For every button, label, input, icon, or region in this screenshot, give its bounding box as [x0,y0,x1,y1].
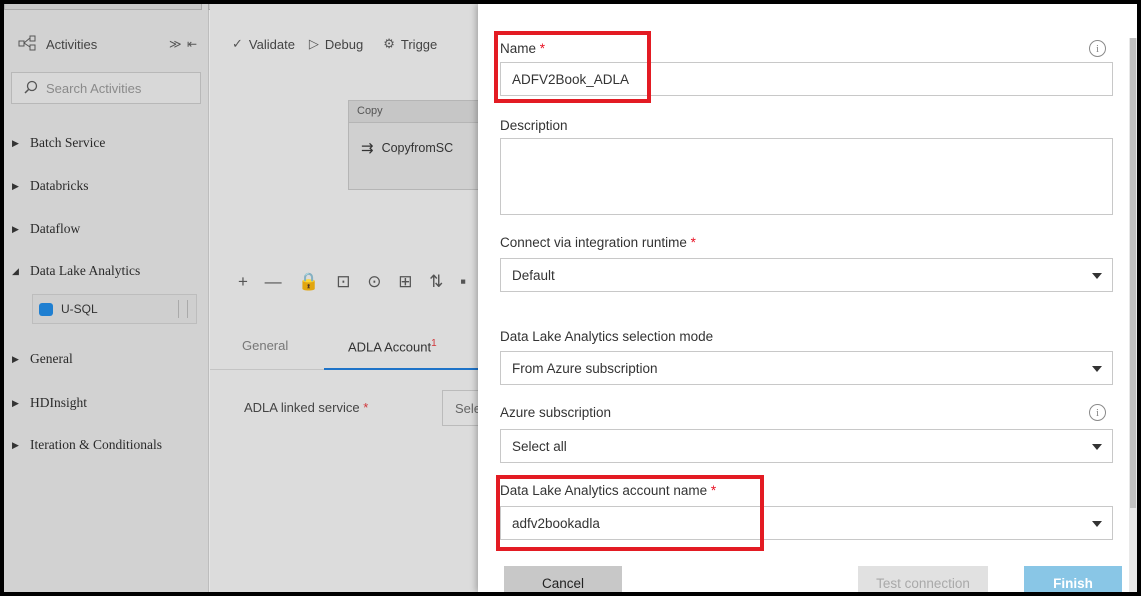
category-hdinsight[interactable]: ▶ HDInsight [12,392,87,414]
description-textarea[interactable] [500,138,1113,215]
account-name-label-text: Data Lake Analytics account name [500,483,708,498]
scrollbar-thumb[interactable] [1130,38,1136,508]
activities-header: Activities ≫ ⇤ [18,32,198,56]
category-dataflow[interactable]: ▶ Dataflow [12,218,80,240]
account-name-value: adfv2bookadla [512,515,600,531]
runtime-label-text: Connect via integration runtime [500,235,687,250]
category-label: Data Lake Analytics [30,263,141,278]
runtime-value: Default [512,267,555,283]
chevron-down-icon [1092,444,1102,450]
canvas-zoom-tools[interactable]: + — 🔒 ⊡ ⊙ ⊞ ⇅ ▪ [238,272,472,292]
checkmark-icon: ✓ [232,36,243,51]
copy-activity-header: Copy [349,101,487,123]
runtime-label: Connect via integration runtime * [500,235,696,250]
dialog-scrollbar[interactable] [1129,38,1137,592]
required-mark: * [710,483,717,498]
activities-panel: Activities ≫ ⇤ ▶ Batch Service ▶ Databri… [4,4,376,592]
search-activities-input[interactable] [46,80,196,96]
validate-label: Validate [248,36,295,52]
category-label: Batch Service [30,135,106,150]
caret-right-icon: ▶ [12,439,19,450]
chevron-down-icon [1092,273,1102,279]
test-connection-button[interactable]: Test connection [858,566,988,592]
integration-runtime-select[interactable]: Default [500,258,1113,292]
tab-adla-account-label: ADLA Account [348,339,432,355]
caret-right-icon: ▶ [12,353,19,364]
tab-general[interactable]: General [242,338,288,353]
debug-label: Debug [324,36,364,52]
info-icon[interactable]: i [1089,40,1106,57]
category-batch-service[interactable]: ▶ Batch Service [12,132,105,154]
info-icon[interactable]: i [1089,404,1106,421]
drag-handle-icon[interactable] [178,300,188,318]
name-label-text: Name [500,41,537,56]
required-mark: * [690,235,696,250]
activity-usql[interactable]: U-SQL [32,294,197,324]
chevron-down-icon [1092,366,1102,372]
category-databricks[interactable]: ▶ Databricks [12,175,88,197]
validate-button[interactable]: ✓ Validate [232,36,295,52]
caret-right-icon: ▶ [12,137,19,148]
trigger-icon: ⚙ [383,36,395,51]
active-tab-indicator [324,368,480,370]
activity-label: U-SQL [61,302,98,316]
error-count-badge: 1 [431,338,437,349]
name-input[interactable] [500,62,1113,96]
search-activities-box[interactable] [11,72,201,104]
adla-linked-service-label: ADLA linked service * [244,400,368,415]
azure-subscription-select[interactable]: Select all [500,429,1113,463]
description-label: Description [500,118,568,133]
linked-service-text: ADLA linked service [244,400,360,415]
required-mark: * [363,400,369,415]
tab-adla-account[interactable]: ADLA Account1 [348,338,437,354]
category-iteration-conditionals[interactable]: ▶ Iteration & Conditionals [12,434,162,456]
properties-tabs: General ADLA Account1 [210,322,480,370]
caret-right-icon: ▶ [12,223,19,234]
azure-subscription-label: Azure subscription [500,405,612,420]
caret-down-icon: ◢ [12,265,19,276]
category-label: Iteration & Conditionals [30,437,162,452]
pipeline-canvas: ✓ Validate ▷ Debug ⚙ Trigge Copy ⇉ Copyf… [210,4,492,592]
account-name-label: Data Lake Analytics account name * [500,483,716,498]
database-icon [39,302,53,316]
cancel-button[interactable]: Cancel [504,566,622,592]
caret-right-icon: ▶ [12,180,19,191]
new-linked-service-dialog: Name * i Description Connect via integra… [478,4,1137,592]
chevron-down-icon [1092,521,1102,527]
category-label: General [30,351,73,366]
subscription-value: Select all [512,438,567,454]
caret-right-icon: ▶ [12,397,19,408]
selection-mode-select[interactable]: From Azure subscription [500,351,1113,385]
screen: Activities ≫ ⇤ ▶ Batch Service ▶ Databri… [4,4,1137,592]
copy-data-icon: ⇉ [361,140,374,157]
collapse-panel-button[interactable]: ≫ ⇤ [169,37,198,51]
account-name-select[interactable]: adfv2bookadla [500,506,1113,540]
category-data-lake-analytics[interactable]: ◢ Data Lake Analytics [12,260,140,282]
trigger-label: Trigge [400,36,438,52]
category-label: Databricks [30,178,89,193]
trigger-button[interactable]: ⚙ Trigge [383,36,437,52]
play-icon: ▷ [308,36,319,51]
copy-activity-node[interactable]: Copy ⇉ CopyfromSC [348,100,488,190]
category-general[interactable]: ▶ General [12,348,73,370]
finish-button[interactable]: Finish [1024,566,1122,592]
selection-mode-label: Data Lake Analytics selection mode [500,329,714,344]
category-label: HDInsight [30,395,87,410]
selection-mode-value: From Azure subscription [512,360,658,376]
name-label: Name * [500,41,545,56]
pipeline-toolbar: ✓ Validate ▷ Debug ⚙ Trigge [210,32,480,56]
required-mark: * [539,41,546,56]
activities-title: Activities [46,36,98,52]
activities-icon [18,35,38,54]
search-icon [24,80,38,97]
copy-activity-name: CopyfromSC [381,141,454,155]
top-tab-1[interactable] [4,4,202,10]
category-label: Dataflow [30,221,81,236]
debug-button[interactable]: ▷ Debug [309,36,363,52]
